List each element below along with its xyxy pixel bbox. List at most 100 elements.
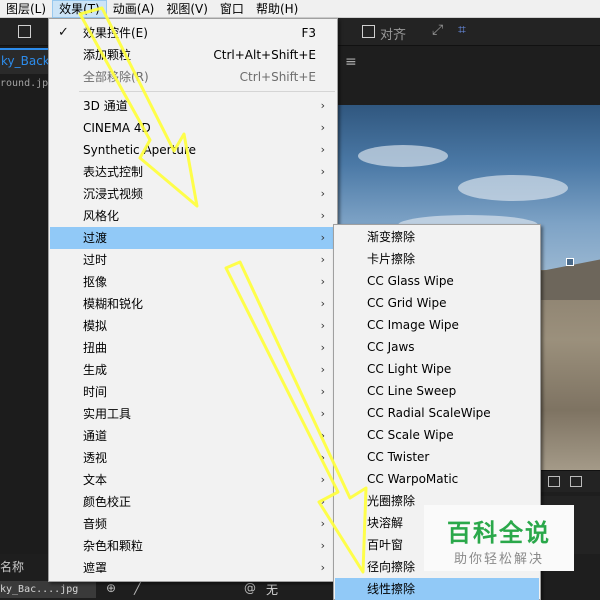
effect-menu-item[interactable]: 文本 › — [50, 469, 336, 491]
effect-menu-item[interactable]: 通道 › — [50, 425, 336, 447]
menubar-animation[interactable]: 动画(A) — [107, 0, 161, 18]
effect-menu: ✓ 效果控件(E) F3 添加颗粒 Ctrl+Alt+Shift+E 全部移除(R) Ctr… — [48, 18, 338, 582]
effect-menu-item[interactable]: 扭曲 › — [50, 337, 336, 359]
transition-menu-item[interactable]: CC Twister — [335, 446, 539, 468]
effect-menu-item[interactable]: 3D 通道 › — [50, 95, 336, 117]
transition-menu-item[interactable]: 渐变擦除 — [335, 226, 539, 248]
transition-menu-item[interactable]: CC Image Wipe — [335, 314, 539, 336]
effect-menu-item-label: 音频 — [83, 517, 108, 531]
transition-menu-item-label: CC Scale Wipe — [367, 428, 454, 442]
effect-menu-item[interactable]: 沉浸式视频 › — [50, 183, 336, 205]
effect-menu-item-label: 过时 — [83, 253, 108, 267]
transition-menu-item-label: CC Glass Wipe — [367, 274, 454, 288]
transition-menu-item[interactable]: CC Line Sweep — [335, 380, 539, 402]
effect-menu-item-label: 抠像 — [83, 275, 108, 289]
chevron-right-icon: › — [320, 341, 325, 354]
chevron-right-icon: › — [320, 517, 325, 530]
effect-menu-item[interactable]: 全部移除(R) Ctrl+Shift+E — [50, 66, 336, 88]
transition-menu-item-label: 块溶解 — [367, 516, 404, 530]
transparency-grid-icon[interactable] — [570, 476, 582, 487]
effect-menu-item-label: 表达式控制 — [83, 165, 144, 179]
effect-menu-item-label: 杂色和颗粒 — [83, 539, 144, 553]
transition-menu-item-label: 百叶窗 — [367, 538, 404, 552]
chevron-right-icon: › — [320, 451, 325, 464]
quality-switch-icon[interactable]: ╱ — [134, 581, 141, 595]
region-icon[interactable] — [548, 476, 560, 487]
effect-menu-item[interactable]: 时间 › — [50, 381, 336, 403]
effect-menu-item-label: 过渡 — [83, 231, 108, 245]
transition-menu-item[interactable]: CC WarpoMatic — [335, 468, 539, 490]
align-checkbox[interactable] — [362, 25, 375, 38]
shape-tool-icon[interactable] — [18, 25, 31, 38]
transition-menu-item-label: CC Twister — [367, 450, 430, 464]
snap-icon[interactable]: ⤢ — [432, 22, 443, 38]
chevron-right-icon: › — [320, 99, 325, 112]
chevron-right-icon: › — [320, 275, 325, 288]
transition-menu-item[interactable]: CC Scale Wipe — [335, 424, 539, 446]
effect-menu-item[interactable]: 模拟 › — [50, 315, 336, 337]
transition-menu-item[interactable]: CC Glass Wipe — [335, 270, 539, 292]
align-label: 对齐 — [380, 28, 407, 43]
menubar-help[interactable]: 帮助(H) — [250, 0, 304, 18]
chevron-right-icon: › — [320, 319, 325, 332]
transition-menu-item[interactable]: CC Grid Wipe — [335, 292, 539, 314]
effect-menu-item[interactable]: 过时 › — [50, 249, 336, 271]
transition-menu-item-label: 径向擦除 — [367, 560, 416, 574]
transition-menu-item-label: CC WarpoMatic — [367, 472, 459, 486]
effect-menu-item-label: 文本 — [83, 473, 108, 487]
project-tab[interactable]: ky_Backgr — [0, 48, 48, 74]
effect-menu-item[interactable]: ✓ 效果控件(E) F3 — [50, 22, 336, 44]
chevron-right-icon: › — [320, 363, 325, 376]
menubar-view[interactable]: 视图(V) — [160, 0, 214, 18]
chevron-right-icon: › — [320, 187, 325, 200]
effect-menu-item[interactable]: 杂色和颗粒 › — [50, 535, 336, 557]
effect-menu-item-label: 实用工具 — [83, 407, 132, 421]
effect-menu-item[interactable]: 颜色校正 › — [50, 491, 336, 513]
effect-menu-item[interactable]: 生成 › — [50, 359, 336, 381]
effect-menu-item[interactable]: 表达式控制 › — [50, 161, 336, 183]
chevron-right-icon: › — [320, 297, 325, 310]
transition-menu-item-label: CC Jaws — [367, 340, 415, 354]
transition-menu-item-label: 光圈擦除 — [367, 494, 416, 508]
watermark-title: 百科全说 — [447, 519, 551, 547]
watermark-logo: 百科全说 助你轻松解决 — [424, 505, 574, 571]
effect-menu-item-label: 时间 — [83, 385, 108, 399]
menu-bar: 图层(L) 效果(T) 动画(A) 视图(V) 窗口 帮助(H) — [0, 0, 600, 18]
shy-switch-icon[interactable]: ⊕ — [106, 581, 116, 595]
menubar-layer[interactable]: 图层(L) — [0, 0, 52, 18]
transition-menu-item[interactable]: CC Jaws — [335, 336, 539, 358]
effect-menu-item-label: 模拟 — [83, 319, 108, 333]
effect-menu-item[interactable]: 过渡 › — [50, 227, 336, 249]
transition-menu-item[interactable]: CC Light Wipe — [335, 358, 539, 380]
project-file-name[interactable]: round.jpg — [0, 78, 54, 89]
chevron-right-icon: › — [320, 429, 325, 442]
layer-name-column-header: 名称 — [0, 560, 25, 574]
effect-menu-item[interactable]: 模糊和锐化 › — [50, 293, 336, 315]
effect-menu-item[interactable]: 抠像 › — [50, 271, 336, 293]
transition-menu-item[interactable]: CC Radial ScaleWipe — [335, 402, 539, 424]
effect-menu-item[interactable]: 实用工具 › — [50, 403, 336, 425]
effect-menu-item-label: 沉浸式视频 — [83, 187, 144, 201]
transform-handle[interactable] — [566, 258, 574, 266]
transition-menu-item-label: CC Line Sweep — [367, 384, 457, 398]
parent-value[interactable]: 无 — [266, 581, 278, 598]
chevron-right-icon: › — [320, 539, 325, 552]
layer-file-name[interactable]: ky_Bac....jpg — [0, 581, 96, 598]
parent-pickwhip-icon[interactable]: @ — [244, 581, 256, 595]
effect-menu-item-label: 全部移除(R) — [83, 70, 149, 84]
transition-menu-item[interactable]: 卡片擦除 — [335, 248, 539, 270]
effect-menu-item[interactable]: 透视 › — [50, 447, 336, 469]
effect-menu-item[interactable]: CINEMA 4D › — [50, 117, 336, 139]
effect-menu-item[interactable]: 遮罩 › — [50, 557, 336, 579]
effect-menu-item[interactable]: 添加颗粒 Ctrl+Alt+Shift+E — [50, 44, 336, 66]
effect-menu-item-label: 颜色校正 — [83, 495, 132, 509]
viewer-menu-icon[interactable]: ≡ — [345, 54, 357, 70]
snap-grid-icon[interactable]: ⌗ — [458, 22, 466, 38]
effect-menu-item[interactable]: 音频 › — [50, 513, 336, 535]
effect-menu-item[interactable]: Synthetic Aperture › — [50, 139, 336, 161]
chevron-right-icon: › — [320, 165, 325, 178]
menubar-effect[interactable]: 效果(T) — [52, 0, 107, 18]
effect-menu-item[interactable]: 风格化 › — [50, 205, 336, 227]
menubar-window[interactable]: 窗口 — [214, 0, 250, 18]
transition-menu-item[interactable]: 线性擦除 — [335, 578, 539, 600]
